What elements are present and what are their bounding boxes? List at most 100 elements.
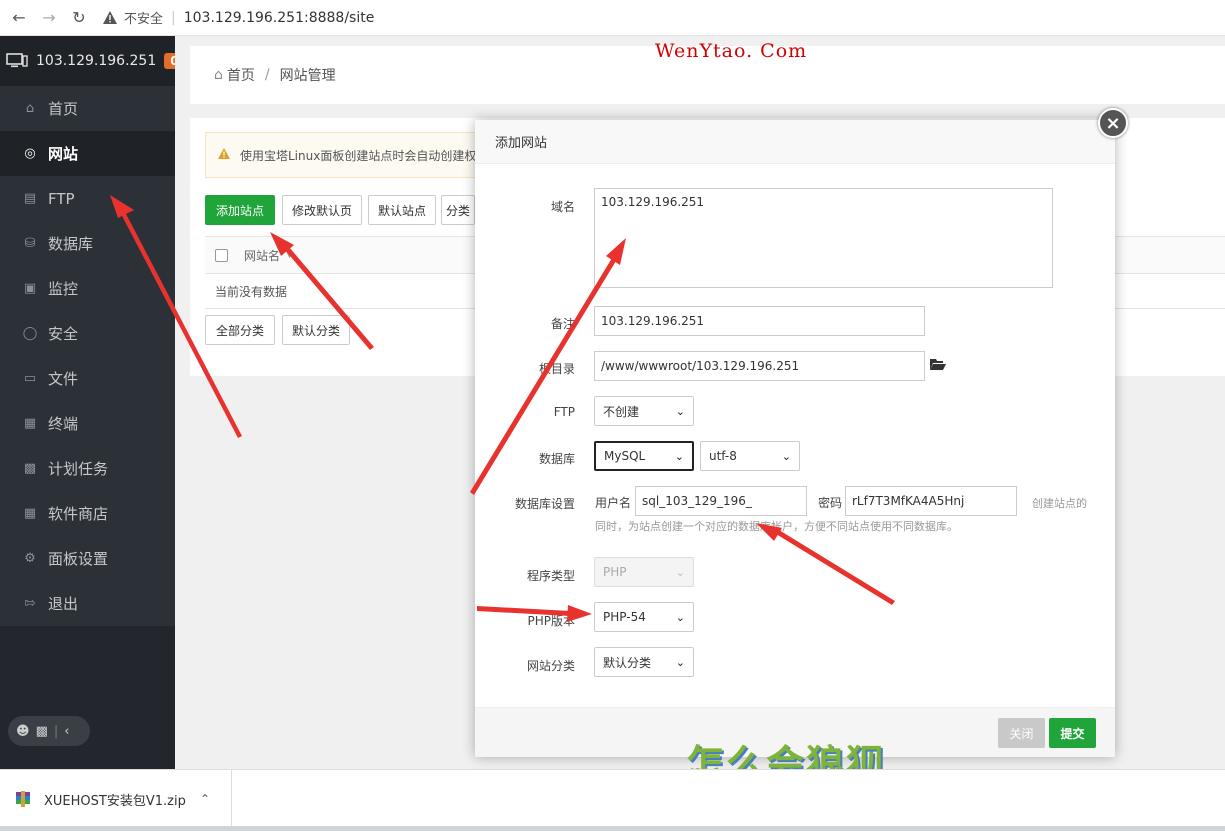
dialog-title: 添加网站 bbox=[475, 120, 1115, 164]
category-button[interactable]: 分类 bbox=[441, 195, 475, 225]
sidebar-menu: ⌂ 首页 ◎ 网站 ▤ FTP ⛁ 数据库 ▣ 监控 ◯ 安全 ▭ 文件 ▦ 终端 ▩ 计划任务 … bbox=[0, 86, 175, 626]
root-dir-label: 根目录 bbox=[538, 362, 575, 376]
sidebar-item-label: 数据库 bbox=[48, 235, 94, 253]
program-type-value: PHP bbox=[603, 565, 627, 579]
folder-open-icon[interactable] bbox=[930, 358, 946, 374]
sidebar-item-label: 终端 bbox=[48, 415, 79, 433]
arrow-left-icon[interactable]: ← bbox=[8, 7, 30, 29]
terminal-icon: ▦ bbox=[23, 416, 37, 431]
logout-icon: ⇰ bbox=[24, 596, 36, 611]
server-header: 103.129.196.251 0 bbox=[0, 36, 185, 86]
arrow-right-icon[interactable]: → bbox=[38, 7, 60, 29]
sidebar-item-database[interactable]: ⛁ 数据库 bbox=[0, 221, 175, 266]
url-divider: | bbox=[171, 9, 176, 26]
chevron-down-icon: ⌄ bbox=[675, 404, 685, 418]
default-category-button[interactable]: 默认分类 bbox=[282, 315, 350, 345]
download-bar: XUEHOST安装包V1.zip ⌃ bbox=[0, 769, 1225, 831]
computer-icon bbox=[6, 53, 28, 69]
domain-textarea[interactable]: 103.129.196.251 bbox=[594, 188, 1053, 288]
sidebar-item-terminal[interactable]: ▦ 终端 bbox=[0, 401, 175, 446]
database-select[interactable]: MySQL ⌄ bbox=[594, 441, 694, 471]
chevron-up-icon[interactable]: ⌃ bbox=[200, 792, 210, 806]
chevron-down-icon: ⌄ bbox=[675, 565, 685, 579]
sidebar-item-label: 软件商店 bbox=[48, 505, 109, 523]
breadcrumb-home[interactable]: 首页 bbox=[227, 65, 255, 85]
site-category-label: 网站分类 bbox=[526, 659, 575, 673]
taskbar-strip bbox=[0, 826, 1225, 831]
db-user-input[interactable]: sql_103_129_196_ bbox=[635, 486, 807, 516]
shield-icon: ◯ bbox=[22, 326, 38, 341]
ftp-icon: ▤ bbox=[23, 191, 37, 206]
db-password-input[interactable]: rLf7T3MfKA4A5Hnj bbox=[845, 486, 1017, 516]
sidebar-item-label: 计划任务 bbox=[48, 460, 109, 478]
sidebar-item-files[interactable]: ▭ 文件 bbox=[0, 356, 175, 401]
domain-label: 域名 bbox=[550, 200, 575, 214]
add-site-dialog: 添加网站 域名 103.129.196.251 备注 103.129.196.2… bbox=[475, 120, 1115, 757]
ftp-select-value: 不创建 bbox=[603, 404, 640, 419]
site-category-select[interactable]: 默认分类 ⌄ bbox=[594, 647, 694, 677]
monitor-icon: ▣ bbox=[23, 281, 37, 296]
php-version-select[interactable]: PHP-54 ⌄ bbox=[594, 602, 694, 632]
database-icon: ⛁ bbox=[24, 236, 36, 251]
sort-icon[interactable]: ▼ bbox=[286, 250, 293, 260]
all-categories-button[interactable]: 全部分类 bbox=[205, 315, 275, 345]
default-site-button[interactable]: 默认站点 bbox=[368, 195, 436, 225]
close-icon[interactable]: × bbox=[1098, 108, 1128, 138]
sidebar-item-cron[interactable]: ▩ 计划任务 bbox=[0, 446, 175, 491]
insecure-label: 不安全 bbox=[124, 12, 164, 27]
column-header-site-name[interactable]: 网站名 bbox=[244, 247, 280, 264]
sidebar-item-label: 首页 bbox=[48, 100, 79, 118]
db-password-label: 密码 bbox=[818, 496, 843, 510]
warning-icon bbox=[102, 10, 118, 26]
db-hint-tail: 创建站点的 bbox=[1032, 497, 1087, 510]
sidebar-item-label: 面板设置 bbox=[48, 550, 109, 568]
address-bar[interactable]: 不安全 | 103.129.196.251:8888/site bbox=[102, 8, 374, 27]
program-type-select: PHP ⌄ bbox=[594, 557, 694, 587]
database-select-value: MySQL bbox=[604, 449, 646, 463]
sidebar-item-label: 安全 bbox=[48, 325, 79, 343]
home-icon: ⌂ bbox=[214, 67, 223, 83]
warning-icon bbox=[218, 148, 230, 162]
chevron-down-icon: ⌄ bbox=[781, 449, 791, 463]
url-text[interactable]: 103.129.196.251:8888/site bbox=[184, 10, 375, 26]
charset-select[interactable]: utf-8 ⌄ bbox=[700, 441, 800, 471]
sidebar-item-settings[interactable]: ⚙ 面板设置 bbox=[0, 536, 175, 581]
sidebar-item-label: 退出 bbox=[48, 595, 79, 613]
download-item[interactable]: XUEHOST安装包V1.zip ⌃ bbox=[0, 770, 232, 828]
divider: | bbox=[53, 723, 59, 739]
submit-button[interactable]: 提交 bbox=[1049, 718, 1096, 748]
add-site-button[interactable]: 添加站点 bbox=[205, 195, 275, 225]
gear-icon: ⚙ bbox=[24, 551, 36, 566]
breadcrumb-current: 网站管理 bbox=[279, 68, 336, 84]
browser-toolbar: ← → ↻ 不安全 | 103.129.196.251:8888/site bbox=[0, 0, 1225, 36]
root-dir-input[interactable]: /www/wwwroot/103.129.196.251 bbox=[594, 351, 925, 381]
chevron-down-icon: ⌄ bbox=[674, 449, 684, 463]
collapse-icon[interactable]: ‹ bbox=[64, 724, 69, 739]
db-hint: 同时，为站点创建一个对应的数据库帐户，方便不同站点使用不同数据库。 bbox=[595, 520, 958, 533]
remark-label: 备注 bbox=[550, 317, 575, 331]
program-type-label: 程序类型 bbox=[526, 569, 575, 583]
edit-default-page-button[interactable]: 修改默认页 bbox=[282, 195, 362, 225]
breadcrumb-separator: / bbox=[264, 67, 270, 83]
chevron-down-icon: ⌄ bbox=[675, 610, 685, 624]
sidebar-item-website[interactable]: ◎ 网站 bbox=[0, 131, 175, 176]
reload-icon[interactable]: ↻ bbox=[68, 7, 90, 29]
select-all-checkbox[interactable] bbox=[215, 248, 228, 262]
sidebar-toggle-group: ☻ ▩ | ‹ bbox=[8, 716, 90, 746]
sidebar-item-home[interactable]: ⌂ 首页 bbox=[0, 86, 175, 131]
ftp-select[interactable]: 不创建 ⌄ bbox=[594, 396, 694, 426]
remark-input[interactable]: 103.129.196.251 bbox=[594, 306, 925, 336]
php-version-value: PHP-54 bbox=[603, 610, 646, 624]
chat-icon[interactable]: ▩ bbox=[36, 724, 48, 739]
db-user-label: 用户名 bbox=[595, 496, 632, 510]
sidebar-item-label: 网站 bbox=[48, 145, 79, 163]
sidebar-item-security[interactable]: ◯ 安全 bbox=[0, 311, 175, 356]
close-button[interactable]: 关闭 bbox=[998, 718, 1045, 748]
db-settings-label: 数据库设置 bbox=[514, 497, 575, 511]
sidebar-item-ftp[interactable]: ▤ FTP bbox=[0, 176, 175, 221]
php-version-label: PHP版本 bbox=[527, 614, 576, 628]
smiley-icon[interactable]: ☻ bbox=[16, 724, 30, 739]
sidebar-item-logout[interactable]: ⇰ 退出 bbox=[0, 581, 175, 626]
sidebar-item-store[interactable]: ▦ 软件商店 bbox=[0, 491, 175, 536]
sidebar-item-monitor[interactable]: ▣ 监控 bbox=[0, 266, 175, 311]
